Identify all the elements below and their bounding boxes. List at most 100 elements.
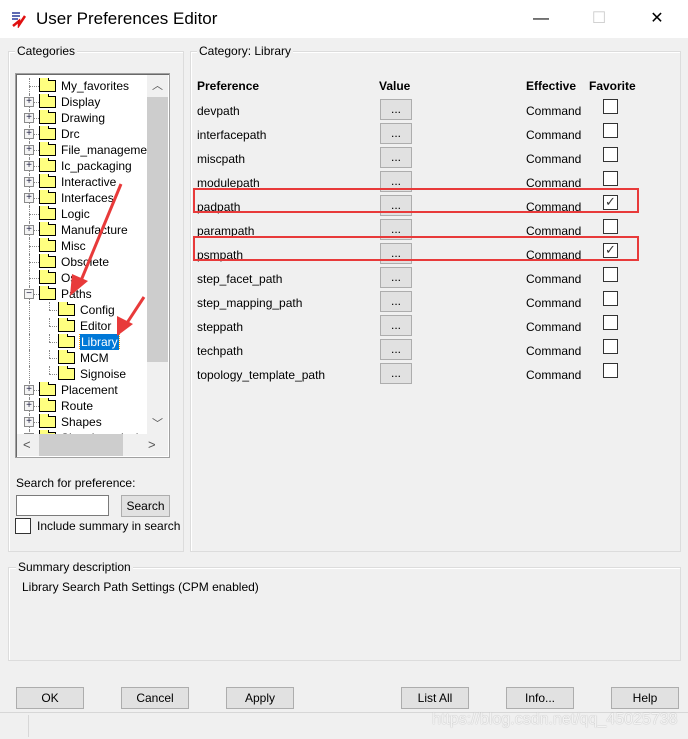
header-effective: Effective <box>526 79 577 93</box>
tree-item[interactable]: Obsolete <box>16 254 147 270</box>
preference-row: topology_template_path ... Command <box>190 363 680 388</box>
tree-item[interactable]: Config <box>16 302 147 318</box>
tree-item-label: Interactive <box>61 175 117 189</box>
plus-expander-icon[interactable]: + <box>24 193 34 203</box>
tree-item[interactable]: + Drc <box>16 126 147 142</box>
tree-item[interactable]: + Route <box>16 398 147 414</box>
tree-item-label: Paths <box>61 287 92 301</box>
scrollbar-thumb[interactable] <box>147 97 168 362</box>
include-summary-checkbox[interactable] <box>15 518 31 534</box>
search-button[interactable]: Search <box>121 495 170 517</box>
tree-item[interactable]: + Shapes <box>16 414 147 430</box>
scroll-up-icon[interactable]: ︿ <box>152 77 163 93</box>
tree-item-label: Drc <box>61 127 80 141</box>
preference-row: interfacepath ... Command <box>190 123 680 148</box>
scroll-down-icon[interactable]: ﹀ <box>152 415 163 431</box>
favorite-checkbox[interactable] <box>603 99 618 114</box>
tree-item[interactable]: + Ic_packaging <box>16 158 147 174</box>
highlight-box <box>193 236 639 261</box>
tree-item-label: Misc <box>61 239 86 253</box>
minus-expander-icon[interactable]: − <box>24 289 34 299</box>
favorite-checkbox[interactable] <box>603 267 618 282</box>
tree-item-label: MCM <box>80 351 109 365</box>
preference-row: techpath ... Command <box>190 339 680 364</box>
tree-item[interactable]: + Interfaces <box>16 190 147 206</box>
tree-item[interactable]: Os <box>16 270 147 286</box>
tree-item[interactable]: + Manufacture <box>16 222 147 238</box>
vertical-scrollbar[interactable]: ︿ ﹀ <box>147 75 168 434</box>
tree-item[interactable]: + Display <box>16 94 147 110</box>
plus-expander-icon[interactable]: + <box>24 129 34 139</box>
preference-name: topology_template_path <box>197 368 326 382</box>
favorite-checkbox[interactable] <box>603 171 618 186</box>
plus-expander-icon[interactable]: + <box>24 145 34 155</box>
folder-icon <box>39 78 56 92</box>
watermark: https://blog.csdn.net/qq_45025738 <box>432 711 678 728</box>
scroll-left-icon[interactable]: < <box>23 437 31 452</box>
tree-item[interactable]: + Placement <box>16 382 147 398</box>
tree-item[interactable]: Misc <box>16 238 147 254</box>
cancel-button[interactable]: Cancel <box>121 687 189 709</box>
category-tree[interactable]: My_favorites + Display + Drawing + Drc + File_ma… <box>15 73 170 458</box>
tree-item[interactable]: + File_management <box>16 142 147 158</box>
favorite-checkbox[interactable] <box>603 123 618 138</box>
plus-expander-icon[interactable]: + <box>24 161 34 171</box>
favorite-checkbox[interactable] <box>603 219 618 234</box>
apply-button[interactable]: Apply <box>226 687 294 709</box>
value-browse-button[interactable]: ... <box>380 123 412 144</box>
folder-icon <box>39 270 56 284</box>
ok-button[interactable]: OK <box>16 687 84 709</box>
favorite-checkbox[interactable] <box>603 315 618 330</box>
plus-expander-icon[interactable]: + <box>24 97 34 107</box>
maximize-button[interactable]: ☐ <box>576 0 622 38</box>
search-input[interactable] <box>16 495 109 516</box>
tree-item[interactable]: + Interactive <box>16 174 147 190</box>
app-icon <box>12 12 27 28</box>
tree-item[interactable]: − Paths <box>16 286 147 302</box>
favorite-checkbox[interactable] <box>603 291 618 306</box>
value-browse-button[interactable]: ... <box>380 363 412 384</box>
hscrollbar-thumb[interactable] <box>39 434 123 456</box>
folder-icon <box>39 414 56 428</box>
window-title: User Preferences Editor <box>36 9 218 28</box>
favorite-checkbox[interactable] <box>603 147 618 162</box>
list-all-button[interactable]: List All <box>401 687 469 709</box>
preference-row: steppath ... Command <box>190 315 680 340</box>
plus-expander-icon[interactable]: + <box>24 385 34 395</box>
preference-name: interfacepath <box>197 128 267 142</box>
value-browse-button[interactable]: ... <box>380 99 412 120</box>
plus-expander-icon[interactable]: + <box>24 417 34 427</box>
plus-expander-icon[interactable]: + <box>24 225 34 235</box>
tree-item[interactable]: My_favorites <box>16 78 147 94</box>
preference-row: step_mapping_path ... Command <box>190 291 680 316</box>
include-summary-label: Include summary in search <box>37 519 181 533</box>
preference-name: devpath <box>197 104 240 118</box>
close-button[interactable]: ✕ <box>634 0 680 38</box>
plus-expander-icon[interactable]: + <box>24 113 34 123</box>
value-browse-button[interactable]: ... <box>380 291 412 312</box>
value-browse-button[interactable]: ... <box>380 267 412 288</box>
horizontal-scrollbar[interactable]: < > <box>17 434 168 456</box>
help-button[interactable]: Help <box>611 687 679 709</box>
tree-item[interactable]: MCM <box>16 350 147 366</box>
tree-item[interactable]: Editor <box>16 318 147 334</box>
plus-expander-icon[interactable]: + <box>24 401 34 411</box>
tree-item[interactable]: + Drawing <box>16 110 147 126</box>
preference-name: steppath <box>197 320 244 334</box>
value-browse-button[interactable]: ... <box>380 147 412 168</box>
tree-item[interactable]: Logic <box>16 206 147 222</box>
minimize-button[interactable]: — <box>518 0 564 38</box>
scroll-right-icon[interactable]: > <box>148 437 156 452</box>
preference-row: psmpath ... Command ✓ <box>190 236 680 268</box>
value-browse-button[interactable]: ... <box>380 339 412 360</box>
tree-item[interactable]: Library <box>16 334 147 350</box>
tree-item[interactable]: Signoise <box>16 366 147 382</box>
folder-icon <box>39 190 56 204</box>
value-browse-button[interactable]: ... <box>380 315 412 336</box>
info-button[interactable]: Info... <box>506 687 574 709</box>
favorite-checkbox[interactable] <box>603 339 618 354</box>
folder-icon <box>39 206 56 220</box>
favorite-checkbox[interactable] <box>603 363 618 378</box>
plus-expander-icon[interactable]: + <box>24 177 34 187</box>
tree-item-label: Drawing <box>61 111 106 125</box>
